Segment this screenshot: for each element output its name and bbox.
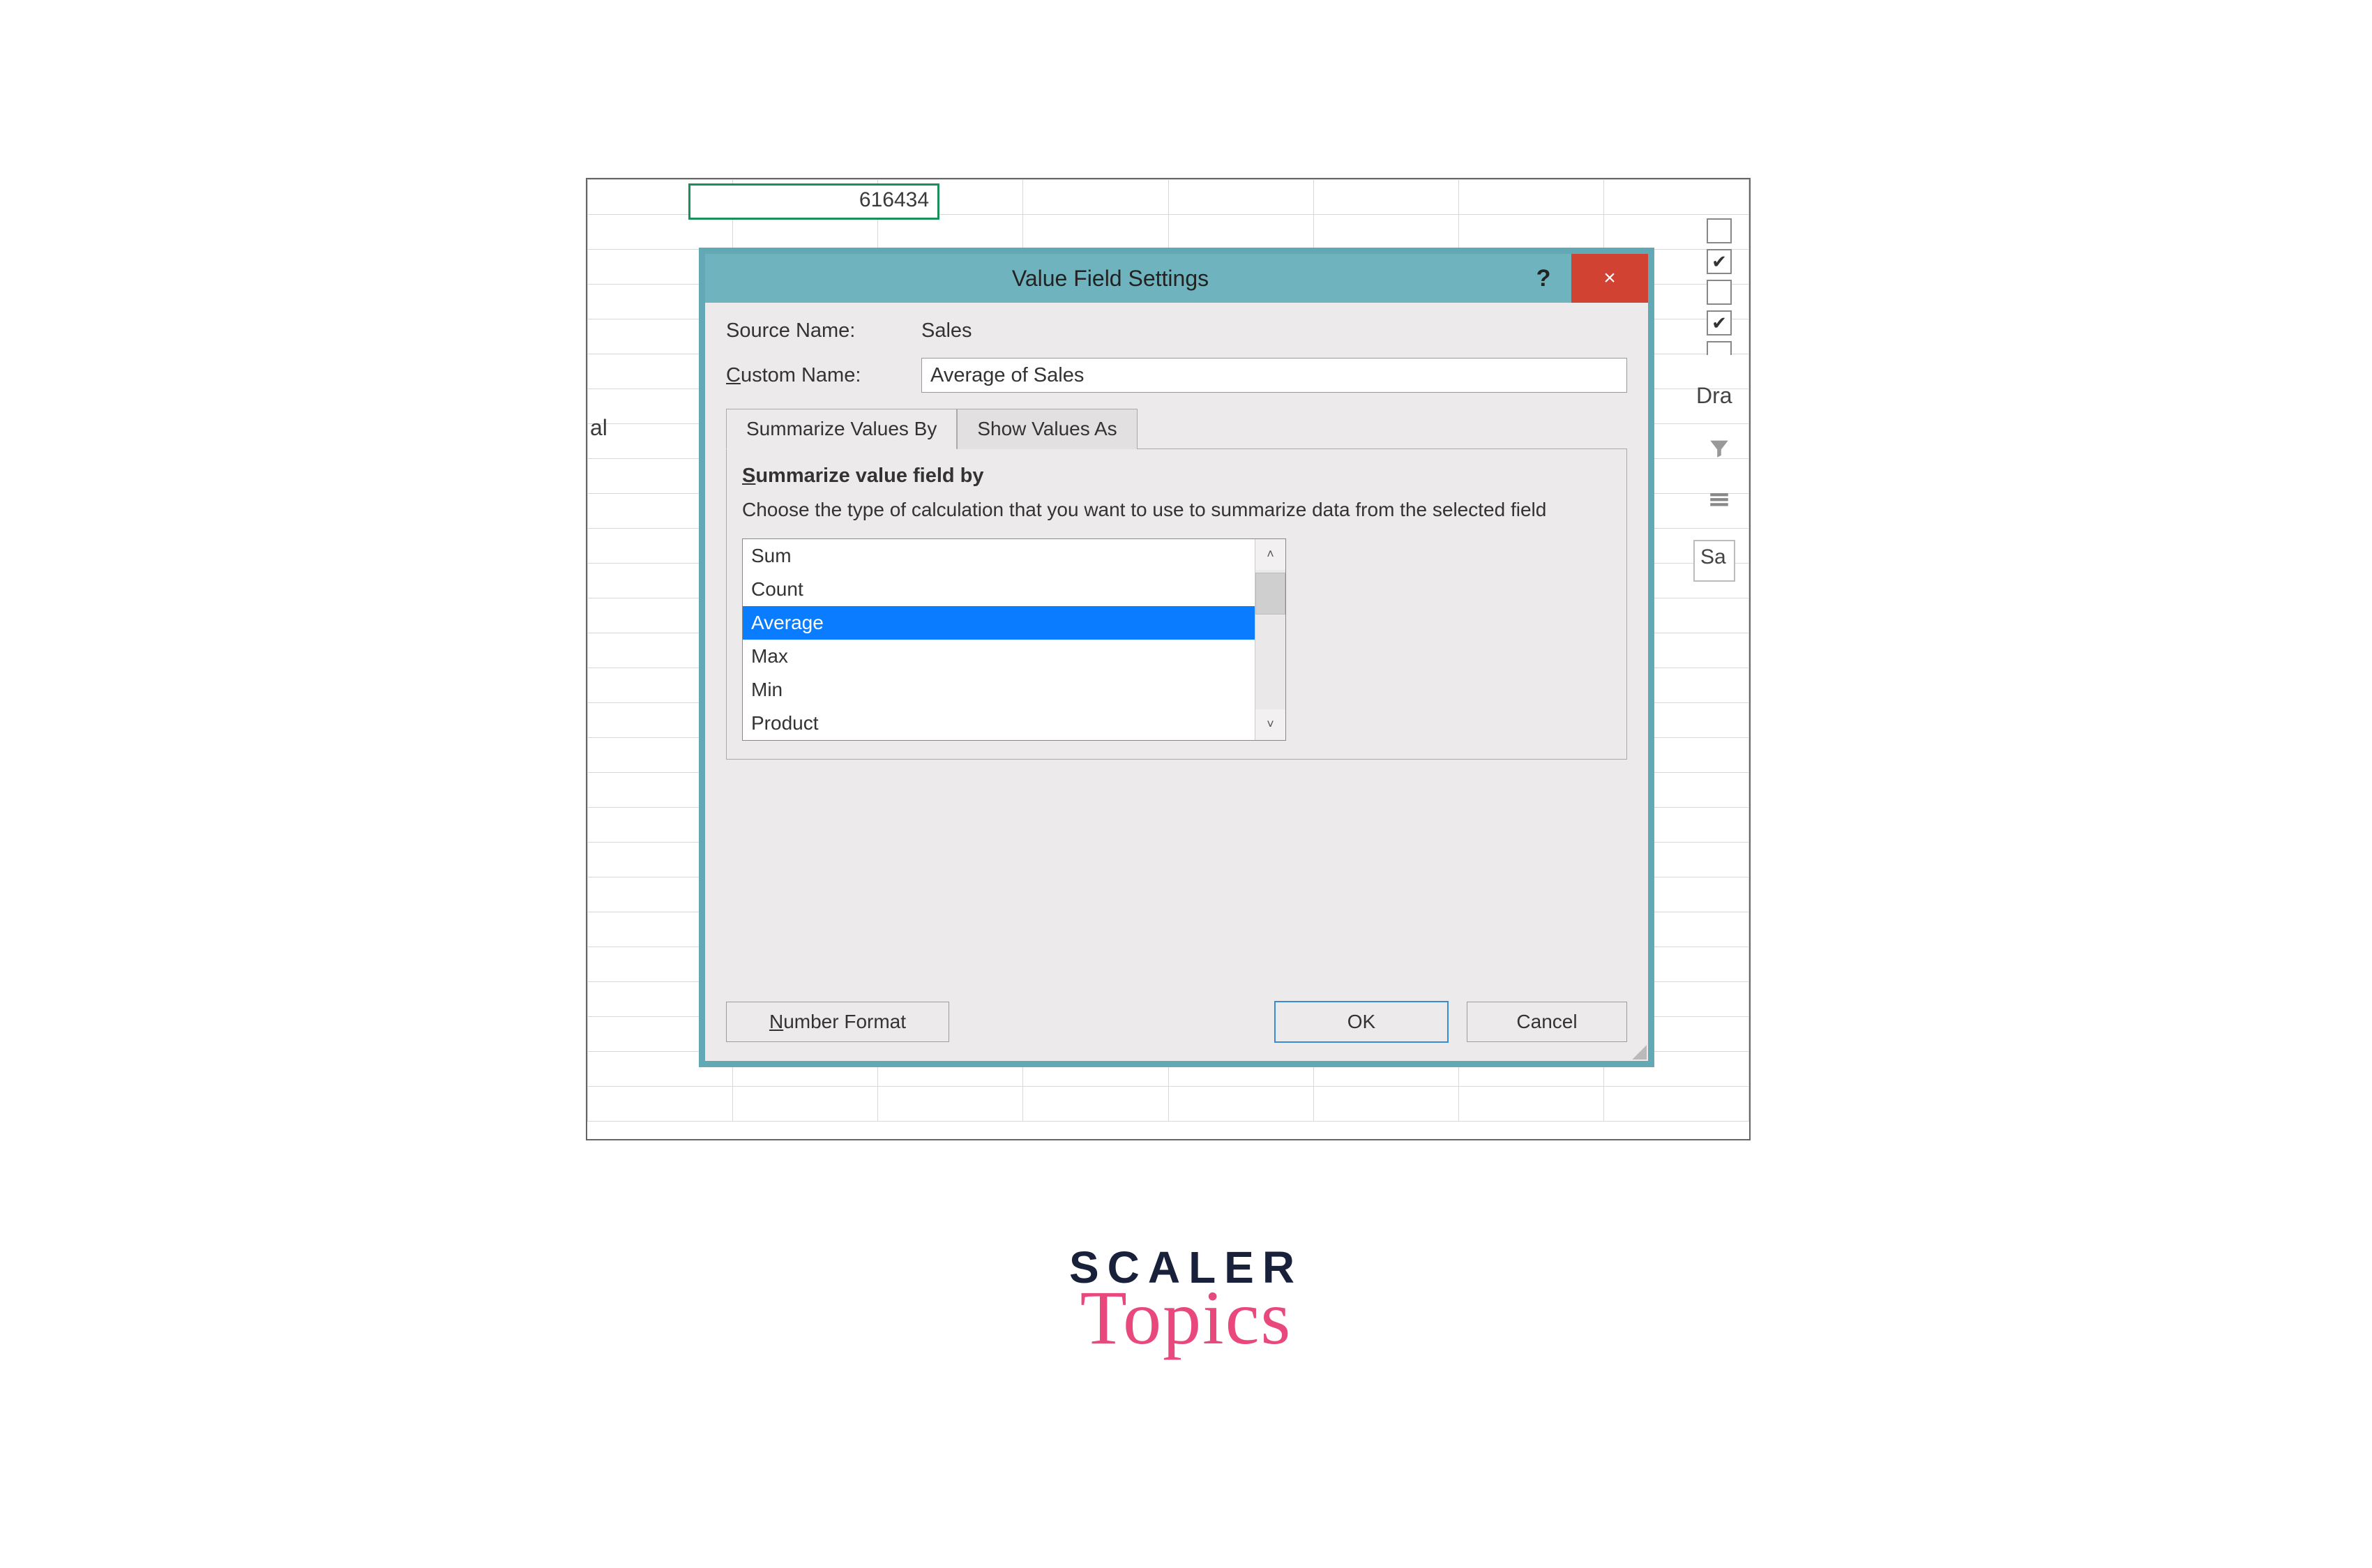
resize-grip-icon[interactable] — [1629, 1041, 1647, 1060]
dialog-title: Value Field Settings — [705, 266, 1516, 292]
source-name-value: Sales — [921, 319, 972, 342]
calc-option-sum[interactable]: Sum — [743, 539, 1255, 573]
active-cell[interactable]: 616434 — [688, 183, 939, 220]
filter-icon — [1693, 437, 1745, 460]
rows-icon — [1693, 488, 1745, 512]
calc-option-max[interactable]: Max — [743, 640, 1255, 673]
watermark-line2: Topics — [0, 1274, 2372, 1362]
values-area-fragment[interactable]: Sa — [1693, 540, 1735, 582]
listbox-scrollbar[interactable]: ˄ ˅ — [1255, 539, 1285, 740]
custom-name-input[interactable] — [921, 358, 1627, 393]
field-checkbox[interactable]: ✔ — [1707, 310, 1732, 336]
screenshot-frame: 616434 al ✔ ✔ Dra Sa Value Field Setting… — [586, 178, 1751, 1140]
dialog-tabs: Summarize Values By Show Values As — [726, 408, 1627, 448]
field-checkbox[interactable] — [1707, 218, 1732, 243]
calc-option-average[interactable]: Average — [743, 606, 1255, 640]
cancel-button[interactable]: Cancel — [1467, 1002, 1627, 1042]
scroll-up-icon[interactable]: ˄ — [1255, 539, 1285, 570]
field-checkbox[interactable]: ✔ — [1707, 249, 1732, 274]
summarize-heading: Summarize value field by — [742, 465, 1611, 488]
calc-option-min[interactable]: Min — [743, 673, 1255, 707]
calc-option-product[interactable]: Product — [743, 707, 1255, 740]
close-button[interactable]: × — [1571, 254, 1648, 303]
pivottable-field-list-fragment: ✔ ✔ Dra Sa — [1693, 213, 1745, 582]
drag-fields-label-fragment: Dra — [1693, 383, 1745, 409]
custom-name-label: Custom Name: — [726, 364, 921, 387]
scaler-topics-watermark: SCALER Topics — [0, 1242, 2372, 1362]
scroll-thumb[interactable] — [1255, 573, 1285, 615]
calc-option-count[interactable]: Count — [743, 573, 1255, 606]
tab-summarize-values-by[interactable]: Summarize Values By — [726, 409, 957, 449]
cell-fragment-text: al — [590, 415, 607, 441]
value-field-settings-dialog: Value Field Settings ? × Source Name: Sa… — [699, 248, 1654, 1067]
help-button[interactable]: ? — [1516, 265, 1571, 292]
summarize-description: Choose the type of calculation that you … — [742, 496, 1611, 525]
summarize-panel: Summarize value field by Choose the type… — [726, 448, 1627, 760]
ok-button[interactable]: OK — [1274, 1001, 1449, 1043]
number-format-button[interactable]: Number Format — [726, 1002, 949, 1042]
scroll-down-icon[interactable]: ˅ — [1255, 709, 1285, 740]
source-name-label: Source Name: — [726, 319, 921, 342]
field-checkbox[interactable] — [1707, 280, 1732, 305]
tab-show-values-as[interactable]: Show Values As — [957, 409, 1137, 449]
calculation-listbox[interactable]: SumCountAverageMaxMinProduct ˄ ˅ — [742, 538, 1286, 741]
field-checkbox[interactable] — [1707, 341, 1732, 355]
dialog-titlebar[interactable]: Value Field Settings ? × — [705, 254, 1648, 303]
